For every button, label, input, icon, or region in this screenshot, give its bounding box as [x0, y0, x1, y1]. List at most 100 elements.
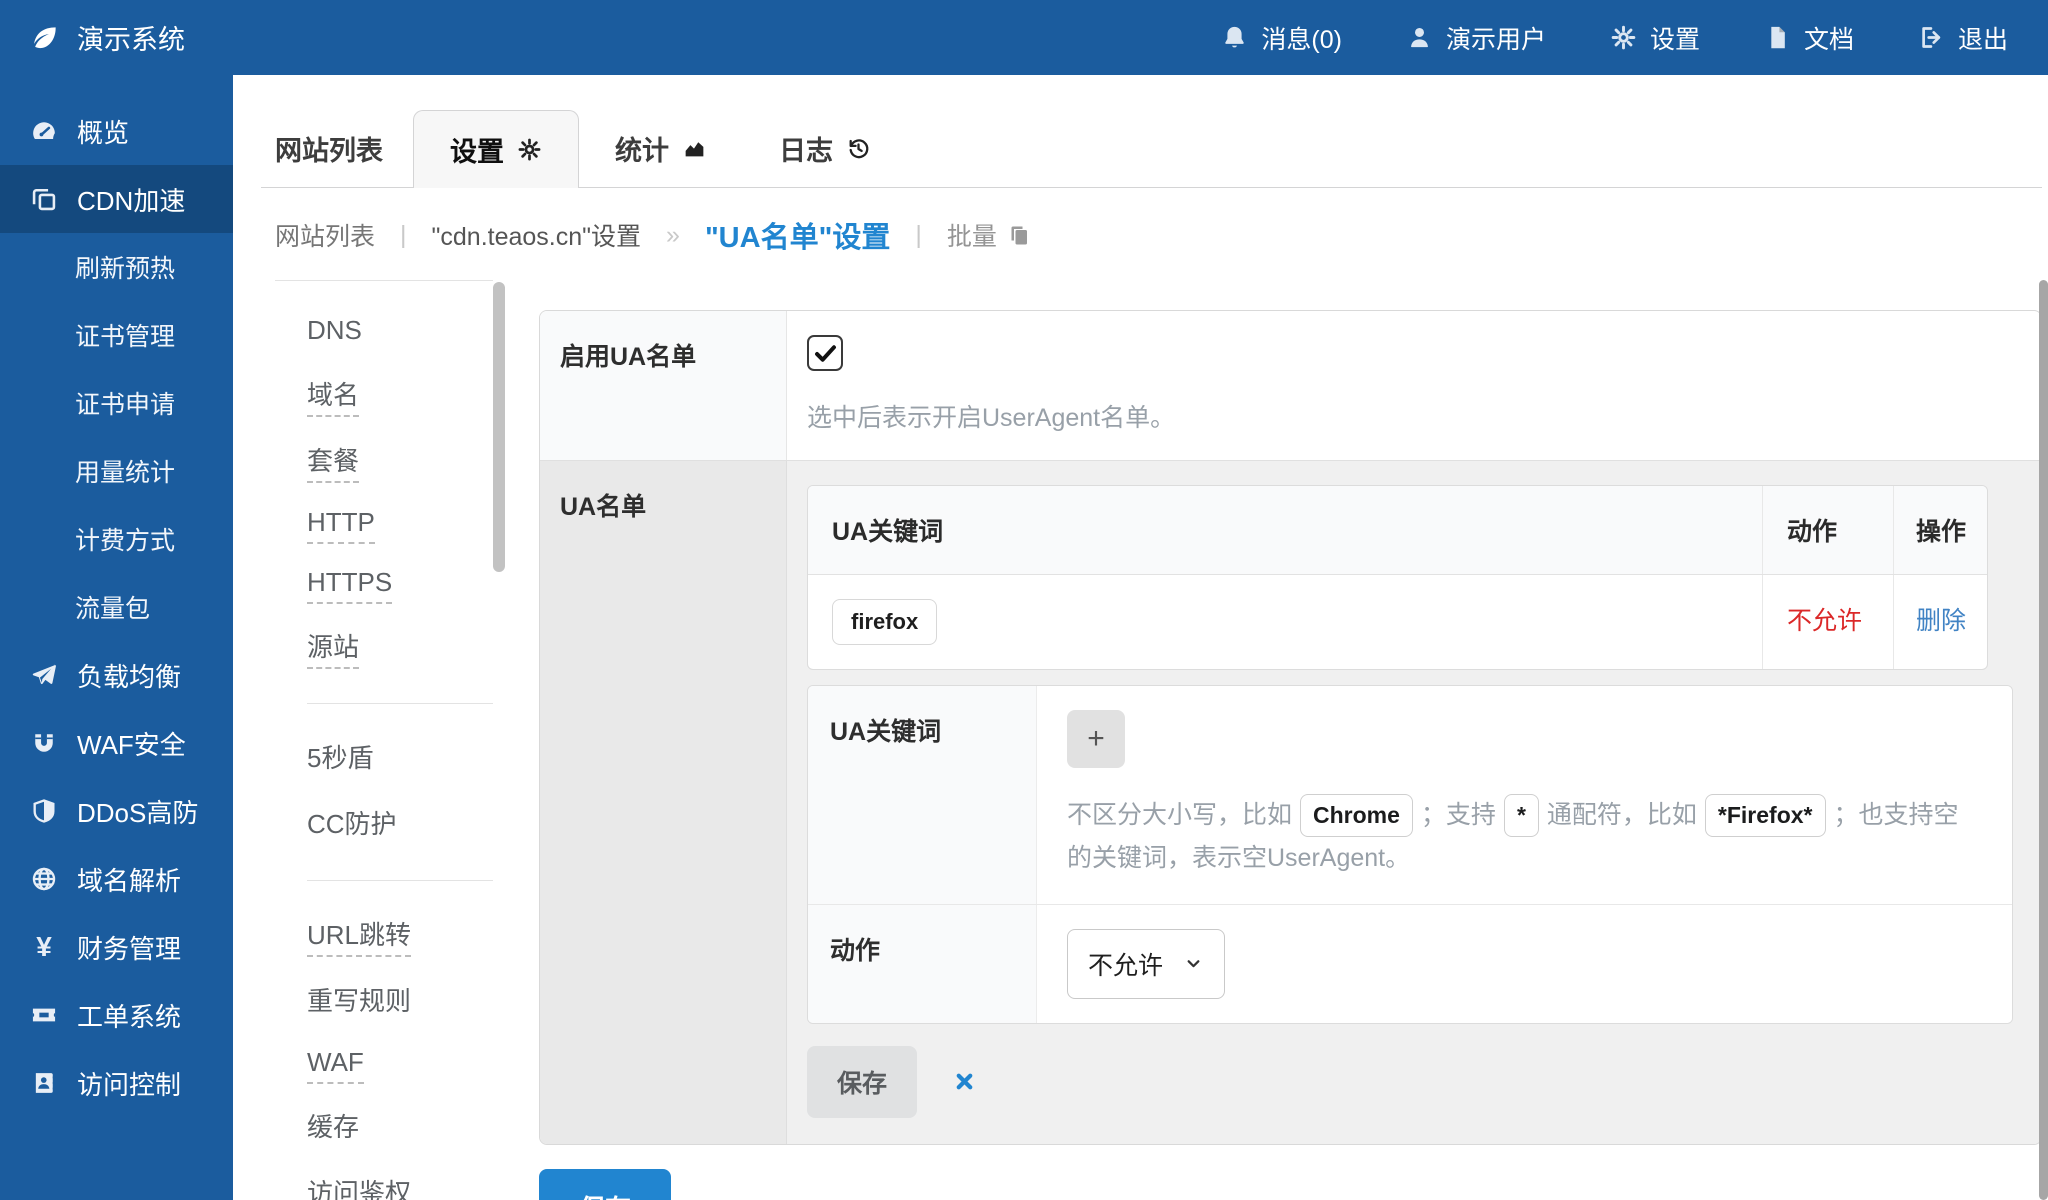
- brand-title: 演示系统: [77, 18, 185, 57]
- sidebar-item-label: 流量包: [75, 589, 150, 625]
- keyword-help-segment: 不区分大小写，比如: [1067, 801, 1292, 829]
- tab-label: 统计: [615, 129, 669, 168]
- ua-table-header-operation: 操作: [1893, 486, 1987, 574]
- tab-logs[interactable]: 日志: [743, 109, 907, 187]
- sidebar-item-cert-manage[interactable]: 证书管理: [0, 301, 233, 369]
- settings-nav-label: 访问鉴权: [307, 1178, 411, 1200]
- signout-icon: [1918, 24, 1945, 51]
- breadcrumb-site-settings[interactable]: "cdn.teaos.cn"设置: [432, 217, 642, 253]
- ua-keyword-tag: firefox: [832, 599, 937, 645]
- settings-nav-label: 缓存: [307, 1112, 359, 1142]
- clone-icon: [28, 185, 60, 213]
- sidebar-item-finance[interactable]: ¥财务管理: [0, 913, 233, 981]
- sidebar-item-overview[interactable]: 概览: [0, 97, 233, 165]
- topnav-item-logout[interactable]: 退出: [1918, 20, 2008, 56]
- breadcrumb-sites[interactable]: 网站列表: [275, 217, 375, 253]
- topnav-item-messages[interactable]: 消息(0): [1221, 20, 1342, 56]
- settings-nav-item-access-auth[interactable]: 访问鉴权: [307, 1173, 493, 1200]
- settings-nav-item-five-second-shield[interactable]: 5秒盾: [307, 738, 493, 775]
- enable-ua-row: 启用UA名单 选中后表示开启UserAgent名单。: [540, 311, 2041, 460]
- breadcrumb-arrow: »: [666, 221, 680, 250]
- tab-label: 设置: [450, 130, 504, 169]
- sidebar-item-label: WAF安全: [77, 725, 186, 762]
- settings-nav-group: URL跳转重写规则WAF缓存访问鉴权防盗链: [307, 915, 493, 1200]
- chevron-down-icon: [1183, 953, 1204, 974]
- settings-nav-item-dns[interactable]: DNS: [307, 315, 493, 346]
- keyword-help-segment: 通配符，比如: [1547, 801, 1697, 829]
- sidebar: 概览 CDN加速刷新预热证书管理证书申请用量统计计费方式流量包负载均衡 WAF安全 D…: [0, 75, 233, 1200]
- topnav-label-docs: 文档: [1804, 20, 1854, 56]
- sidebar-item-label: 用量统计: [75, 453, 175, 489]
- topnav-item-settings[interactable]: 设置: [1610, 20, 1700, 56]
- bell-icon: [1221, 24, 1248, 51]
- settings-nav-item-https[interactable]: HTTPS: [307, 567, 493, 598]
- ua-list-row: UA名单 UA关键词动作操作firefox不允许删除 UA关键词 + 不区分大小…: [540, 460, 2041, 1144]
- ua-keyword-editor: UA关键词 + 不区分大小写，比如Chrome；支持*通配符，比如*Firefo…: [807, 685, 2013, 1024]
- batch-button[interactable]: 批量: [947, 217, 1031, 253]
- sidebar-item-usage-stats[interactable]: 用量统计: [0, 437, 233, 505]
- sidebar-item-label: CDN加速: [77, 181, 185, 218]
- delete-link[interactable]: 删除: [1916, 607, 1966, 635]
- settings-nav-item-url-redirect[interactable]: URL跳转: [307, 915, 493, 952]
- close-icon[interactable]: [953, 1070, 976, 1093]
- enable-ua-checkbox[interactable]: [807, 335, 843, 371]
- settings-nav-item-waf[interactable]: WAF: [307, 1047, 493, 1078]
- breadcrumb: 网站列表 | "cdn.teaos.cn"设置 » "UA名单"设置 | 批量: [275, 214, 2048, 256]
- settings-nav-item-rewrite-rules[interactable]: 重写规则: [307, 981, 493, 1018]
- settings-nav-group: 5秒盾 CC防护: [307, 738, 493, 881]
- ua-table-header-keyword: UA关键词: [808, 486, 1762, 574]
- sidebar-item-ddos[interactable]: DDoS高防: [0, 777, 233, 845]
- sidebar-item-cert-apply[interactable]: 证书申请: [0, 369, 233, 437]
- topnav-label-settings: 设置: [1650, 20, 1700, 56]
- page-scrollbar[interactable]: [2039, 280, 2048, 1200]
- tab-settings[interactable]: 设置: [413, 110, 579, 188]
- sidebar-item-tickets[interactable]: 工单系统: [0, 981, 233, 1049]
- settings-nav-item-origins[interactable]: 源站: [307, 627, 493, 664]
- sidebar-item-cdn[interactable]: CDN加速: [0, 165, 233, 233]
- settings-nav-scrollbar[interactable]: [493, 282, 505, 572]
- topnav-item-user[interactable]: 演示用户: [1406, 20, 1546, 56]
- ua-operation-cell: 删除: [1893, 575, 1987, 669]
- ua-table-header-row: UA关键词动作操作: [808, 486, 1987, 575]
- sidebar-item-traffic-pack[interactable]: 流量包: [0, 573, 233, 641]
- sidebar-item-label: 访问控制: [77, 1065, 181, 1102]
- sidebar-item-dns-resolve[interactable]: 域名解析: [0, 845, 233, 913]
- keyword-example-code: *: [1504, 794, 1539, 837]
- top-bar: 演示系统 消息(0) 演示用户 设置 文档 退出: [0, 0, 2048, 75]
- settings-nav-label: CC防护: [307, 809, 397, 839]
- sidebar-item-label: 证书管理: [75, 317, 175, 353]
- sidebar-item-access-control[interactable]: 访问控制: [0, 1049, 233, 1117]
- sidebar-item-refresh-prewarm[interactable]: 刷新预热: [0, 233, 233, 301]
- tab-sites[interactable]: 网站列表: [275, 109, 413, 187]
- settings-nav-item-domains[interactable]: 域名: [307, 375, 493, 412]
- sidebar-item-waf-security[interactable]: WAF安全: [0, 709, 233, 777]
- settings-nav-item-http[interactable]: HTTP: [307, 507, 493, 538]
- topnav-item-docs[interactable]: 文档: [1764, 20, 1854, 56]
- ua-settings-form: 启用UA名单 选中后表示开启UserAgent名单。 UA名单 UA关键词动作操…: [539, 280, 2042, 1200]
- settings-nav-label: 域名: [307, 380, 359, 417]
- add-keyword-button[interactable]: +: [1067, 710, 1125, 768]
- user-icon: [1406, 24, 1433, 51]
- sidebar-item-billing-method[interactable]: 计费方式: [0, 505, 233, 573]
- keyword-example-code: *Firefox*: [1705, 794, 1826, 837]
- id-card-icon: [28, 1069, 60, 1097]
- settings-nav-label: URL跳转: [307, 920, 411, 957]
- settings-nav-item-plan[interactable]: 套餐: [307, 441, 493, 478]
- settings-nav-label: DNS: [307, 315, 362, 345]
- settings-nav-item-cc-protect[interactable]: CC防护: [307, 804, 493, 841]
- settings-nav-label: 重写规则: [307, 986, 411, 1016]
- save-button[interactable]: 保存: [539, 1169, 671, 1200]
- globe-icon: [28, 865, 60, 893]
- action-select[interactable]: 不允许: [1067, 929, 1225, 999]
- sidebar-item-label: 计费方式: [75, 521, 175, 557]
- settings-nav-label: 套餐: [307, 446, 359, 483]
- sidebar-item-load-balancer[interactable]: 负载均衡: [0, 641, 233, 709]
- settings-nav-item-cache[interactable]: 缓存: [307, 1107, 493, 1144]
- editor-save-button[interactable]: 保存: [807, 1046, 917, 1118]
- tab-stats[interactable]: 统计: [579, 109, 743, 187]
- brand-logo[interactable]: 演示系统: [30, 18, 185, 57]
- breadcrumb-current[interactable]: "UA名单"设置: [705, 214, 890, 256]
- keyword-help-text: 不区分大小写，比如Chrome；支持*通配符，比如*Firefox*；也支持空的…: [1067, 794, 1982, 880]
- shield-icon: [28, 797, 60, 825]
- check-icon: [812, 340, 839, 367]
